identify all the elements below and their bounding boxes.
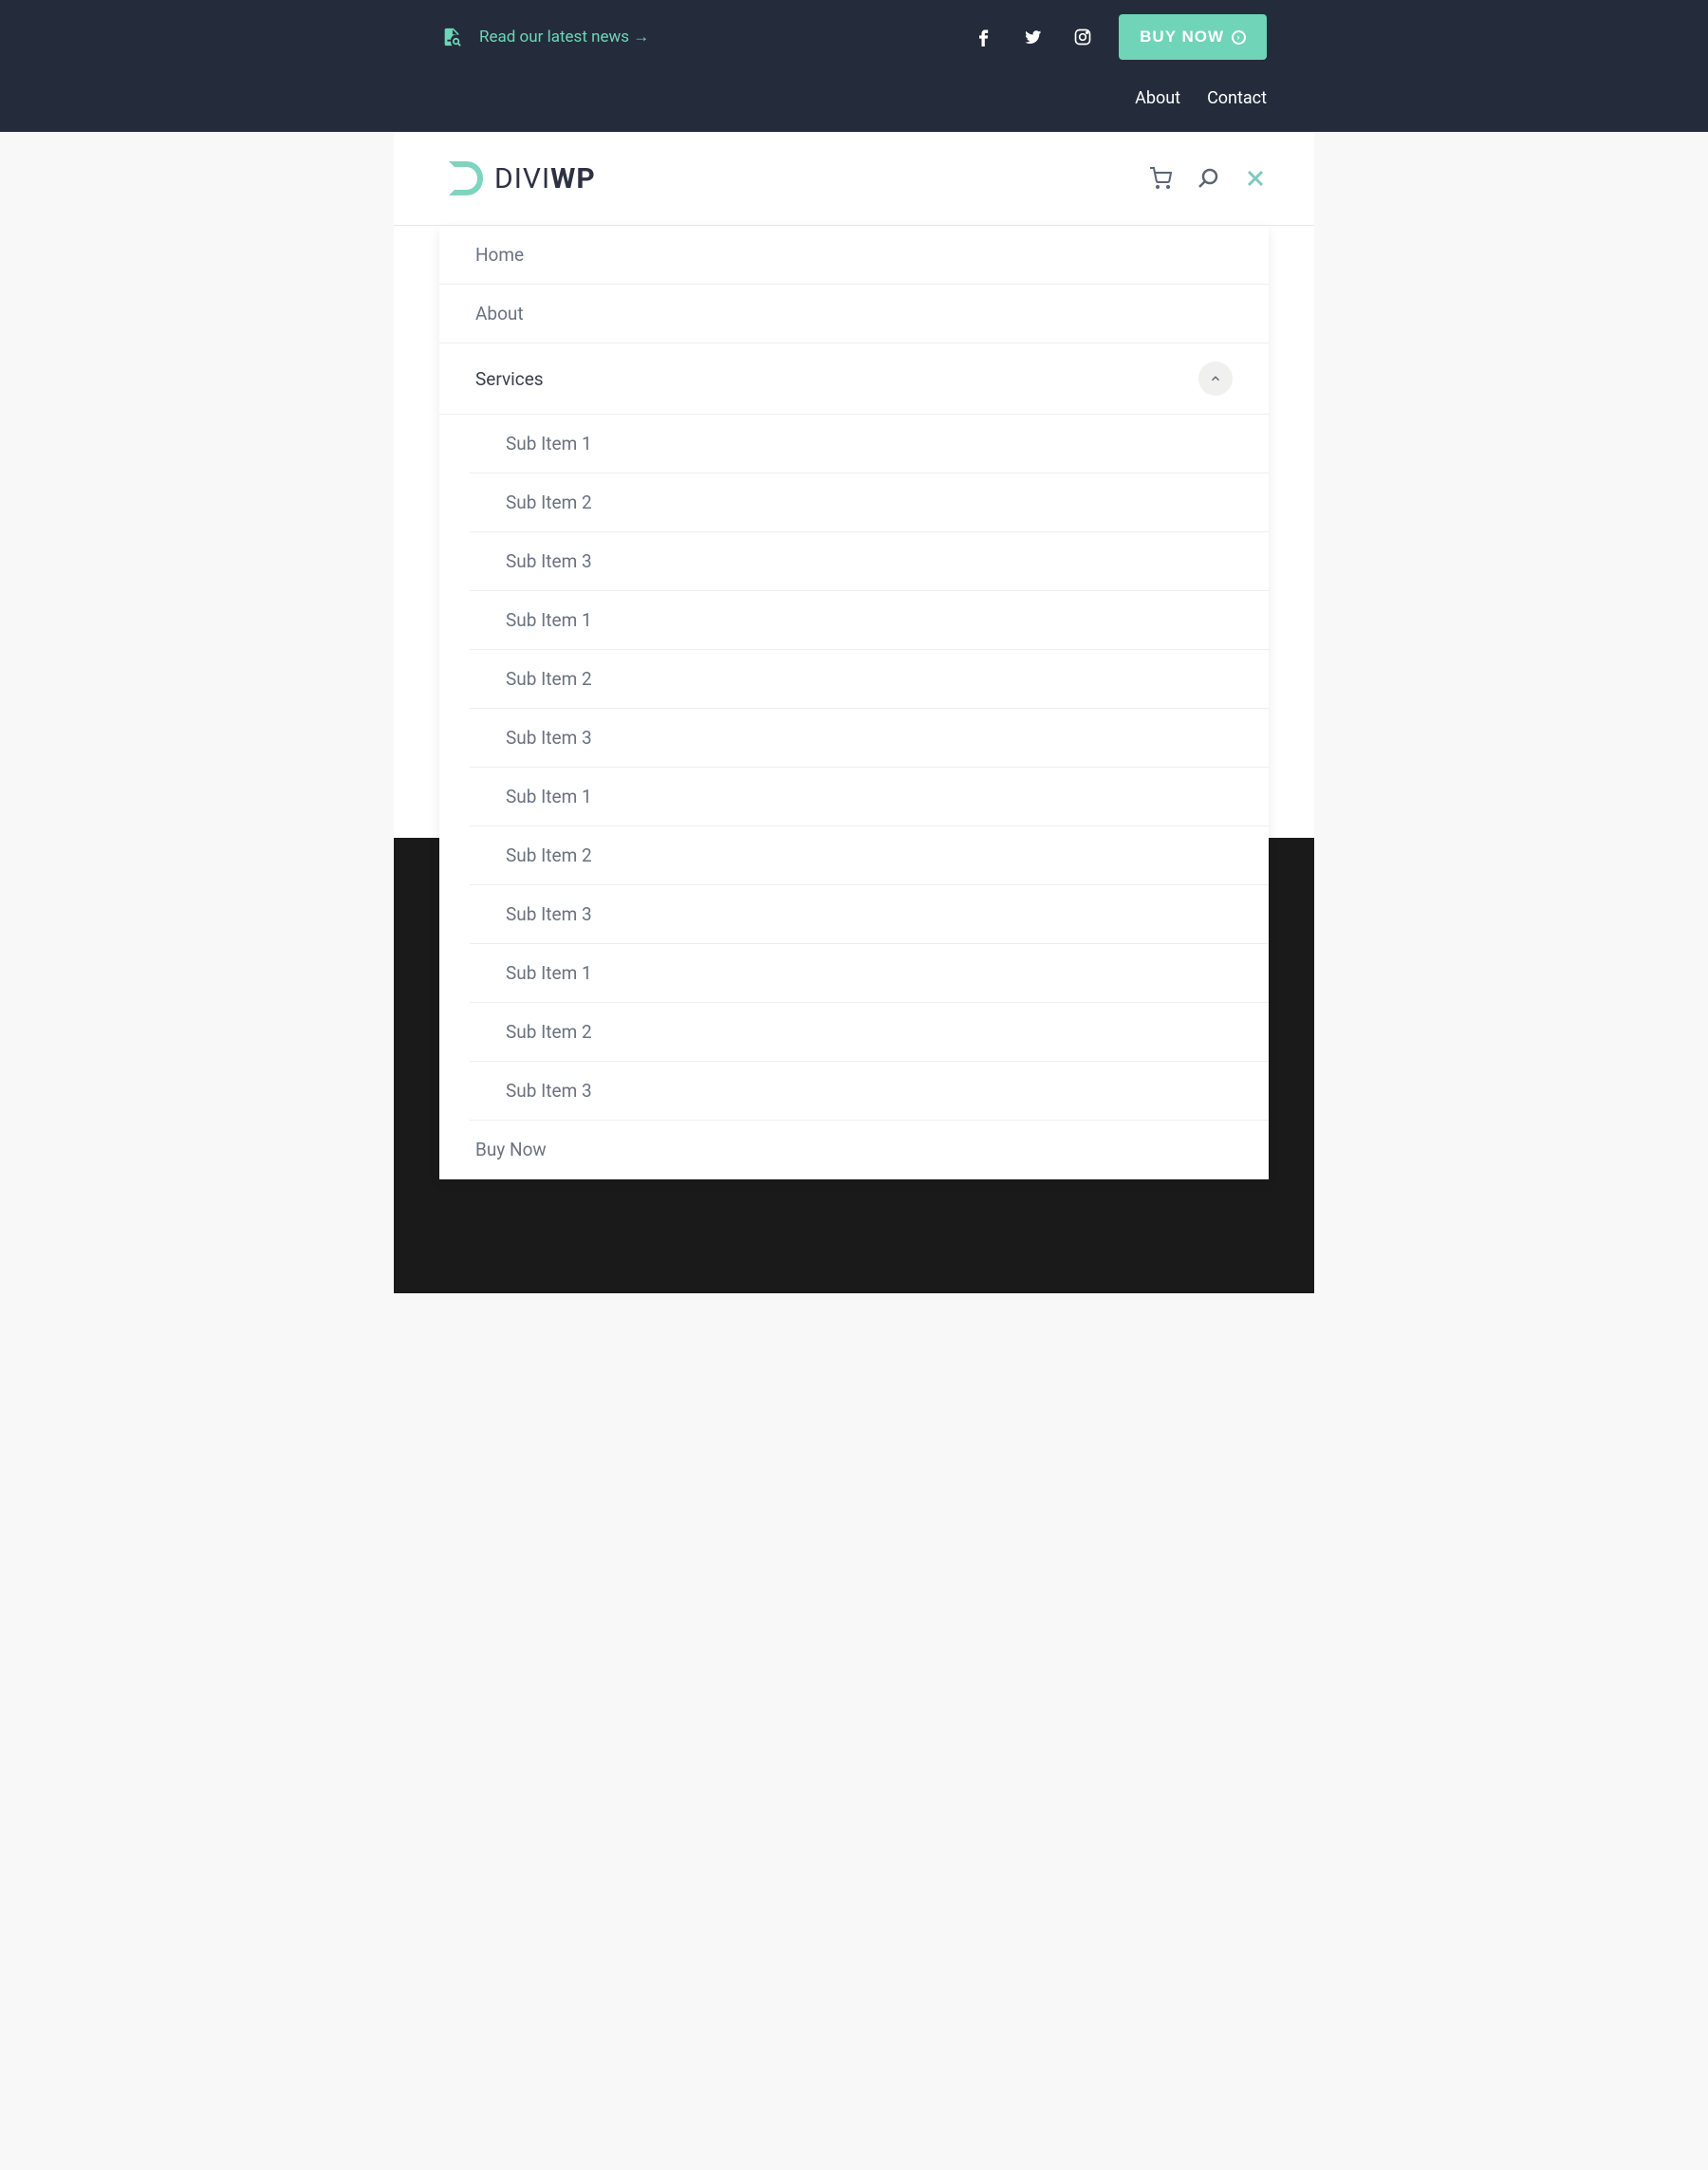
close-icon[interactable] [1244,167,1267,190]
top-link-contact[interactable]: Contact [1207,88,1267,108]
circle-chevron-icon: › [1232,30,1246,45]
sub-item[interactable]: Sub Item 1 [470,944,1269,1003]
menu-item-home[interactable]: Home [439,226,1269,285]
main-header: DIVIWP [394,132,1314,226]
collapse-button[interactable] [1198,362,1233,396]
logo[interactable]: DIVIWP [441,156,596,201]
buy-now-label: BUY NOW [1140,28,1224,46]
sub-item[interactable]: Sub Item 2 [470,826,1269,885]
news-text: Read our latest news → [479,28,649,46]
menu-item-about[interactable]: About [439,285,1269,343]
sub-item[interactable]: Sub Item 3 [470,532,1269,591]
menu-item-services-label: Services [475,368,544,390]
sub-item[interactable]: Sub Item 3 [470,709,1269,768]
mobile-menu-panel: Home About Services Sub Item 1 Sub Item … [439,226,1269,1179]
chevron-up-icon [1209,372,1222,385]
sub-item[interactable]: Sub Item 3 [470,1062,1269,1121]
document-search-icon [441,27,462,47]
sub-item[interactable]: Sub Item 2 [470,650,1269,709]
logo-text: DIVIWP [494,162,596,195]
services-submenu: Sub Item 1 Sub Item 2 Sub Item 3 Sub Ite… [439,415,1269,1121]
search-icon[interactable] [1197,167,1219,190]
facebook-icon[interactable] [975,28,993,46]
instagram-icon[interactable] [1073,28,1092,46]
top-bar: Read our latest news → [0,0,1708,132]
news-link[interactable]: Read our latest news → [441,27,649,47]
menu-item-services[interactable]: Services [439,343,1269,415]
sub-item[interactable]: Sub Item 1 [470,415,1269,473]
social-icons [975,28,1092,46]
buy-now-button[interactable]: BUY NOW › [1119,14,1267,60]
sub-item[interactable]: Sub Item 1 [470,591,1269,650]
menu-item-buy-now[interactable]: Buy Now [439,1121,1269,1179]
sub-item[interactable]: Sub Item 3 [470,885,1269,944]
cart-icon[interactable] [1149,167,1172,190]
sub-item[interactable]: Sub Item 1 [470,768,1269,826]
sub-item[interactable]: Sub Item 2 [470,1003,1269,1062]
top-link-about[interactable]: About [1135,88,1180,108]
twitter-icon[interactable] [1024,28,1043,46]
logo-mark-icon [441,156,487,201]
sub-item[interactable]: Sub Item 2 [470,473,1269,532]
